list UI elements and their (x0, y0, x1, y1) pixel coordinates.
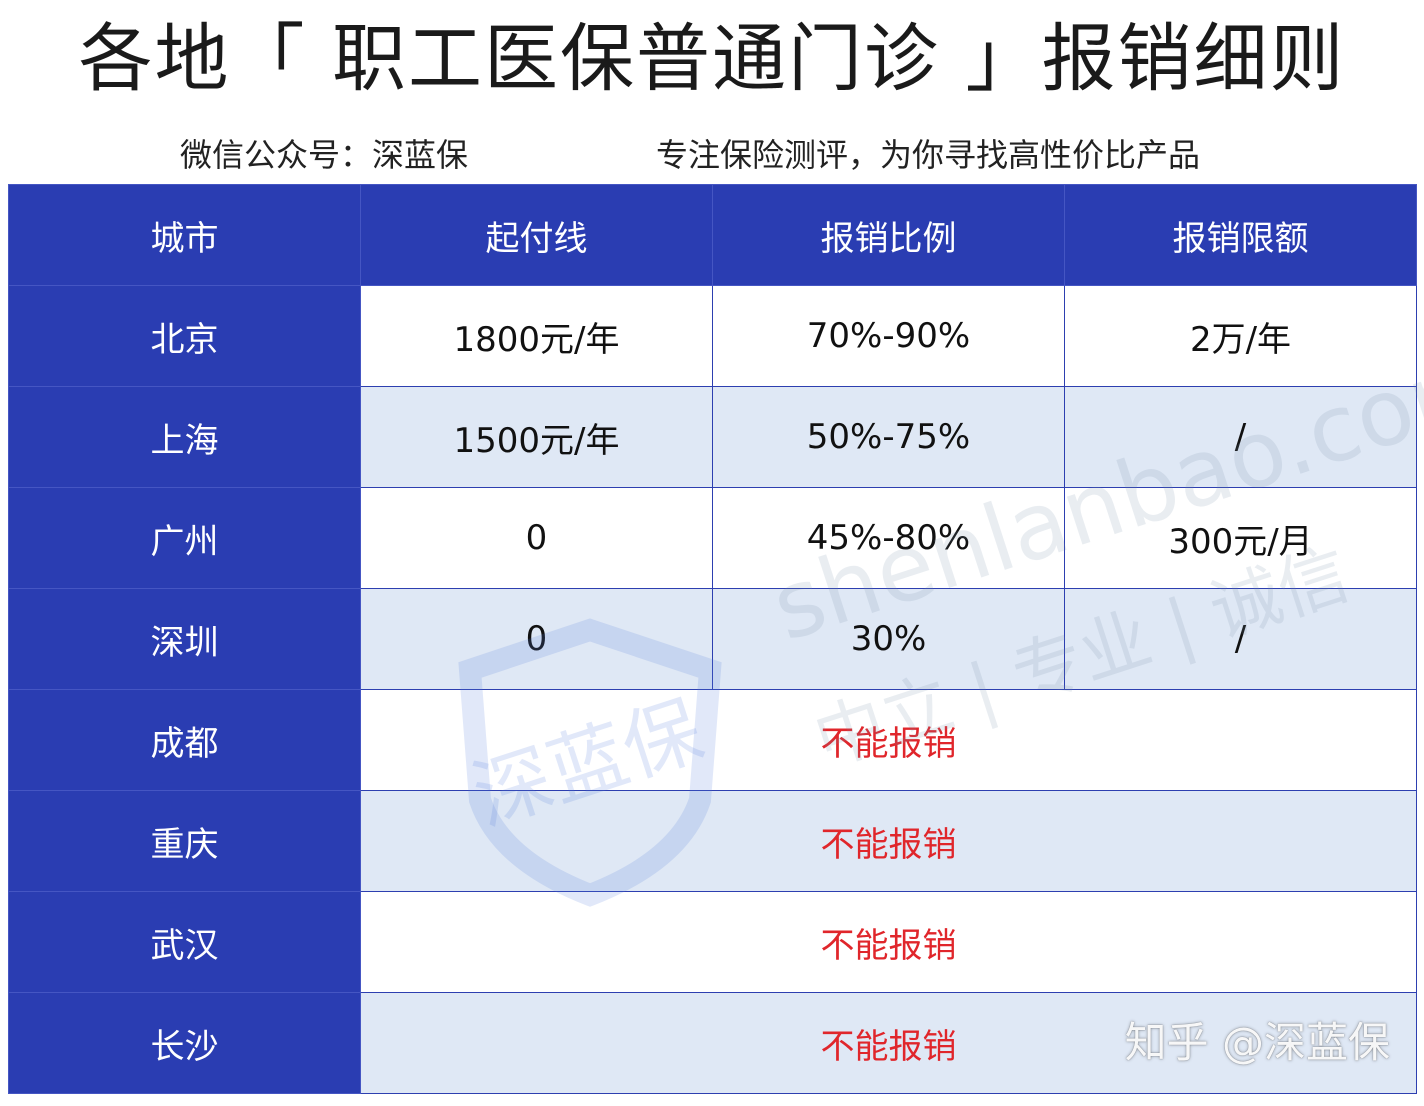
deductible-cell: 1500元/年 (360, 386, 713, 488)
deductible-cell: 1800元/年 (360, 285, 713, 387)
ratio-cell: 45%-80% (712, 487, 1065, 589)
no-reimbursement-cell: 不能报销 (360, 689, 1417, 791)
zhihu-credit: 知乎 @深蓝保 (1124, 1018, 1390, 1067)
city-cell: 重庆 (8, 790, 361, 892)
city-cell: 武汉 (8, 891, 361, 993)
header-ratio: 报销比例 (712, 184, 1065, 286)
table-row: 上海 1500元/年 50%-75% / (8, 386, 1417, 488)
deductible-cell: 0 (360, 588, 713, 690)
page-title: 各地「 职工医保普通门诊 」报销细则 (78, 16, 1346, 102)
ratio-cell: 50%-75% (712, 386, 1065, 488)
header-deductible: 起付线 (360, 184, 713, 286)
table-row: 广州 0 45%-80% 300元/月 (8, 487, 1417, 589)
table-row: 重庆 不能报销 (8, 790, 1417, 892)
no-reimbursement-cell: 不能报销 (360, 790, 1417, 892)
city-cell: 上海 (8, 386, 361, 488)
city-cell: 深圳 (8, 588, 361, 690)
table-row: 北京 1800元/年 70%-90% 2万/年 (8, 285, 1417, 387)
table-row: 成都 不能报销 (8, 689, 1417, 791)
city-cell: 北京 (8, 285, 361, 387)
city-cell: 广州 (8, 487, 361, 589)
limit-cell: / (1064, 588, 1417, 690)
limit-cell: 2万/年 (1064, 285, 1417, 387)
city-cell: 成都 (8, 689, 361, 791)
ratio-cell: 30% (712, 588, 1065, 690)
city-cell: 长沙 (8, 992, 361, 1094)
table-header-row: 城市 起付线 报销比例 报销限额 (8, 184, 1417, 286)
deductible-cell: 0 (360, 487, 713, 589)
subtitle-slogan: 专注保险测评，为你寻找高性价比产品 (656, 136, 1201, 174)
limit-cell: / (1064, 386, 1417, 488)
table-row: 深圳 0 30% / (8, 588, 1417, 690)
subtitle-account: 微信公众号：深蓝保 (180, 136, 469, 174)
header-limit: 报销限额 (1064, 184, 1417, 286)
header-city: 城市 (8, 184, 361, 286)
table-row: 武汉 不能报销 (8, 891, 1417, 993)
no-reimbursement-cell: 不能报销 (360, 891, 1417, 993)
reimbursement-table: 城市 起付线 报销比例 报销限额 北京 1800元/年 70%-90% 2万/年… (8, 184, 1417, 1094)
limit-cell: 300元/月 (1064, 487, 1417, 589)
ratio-cell: 70%-90% (712, 285, 1065, 387)
